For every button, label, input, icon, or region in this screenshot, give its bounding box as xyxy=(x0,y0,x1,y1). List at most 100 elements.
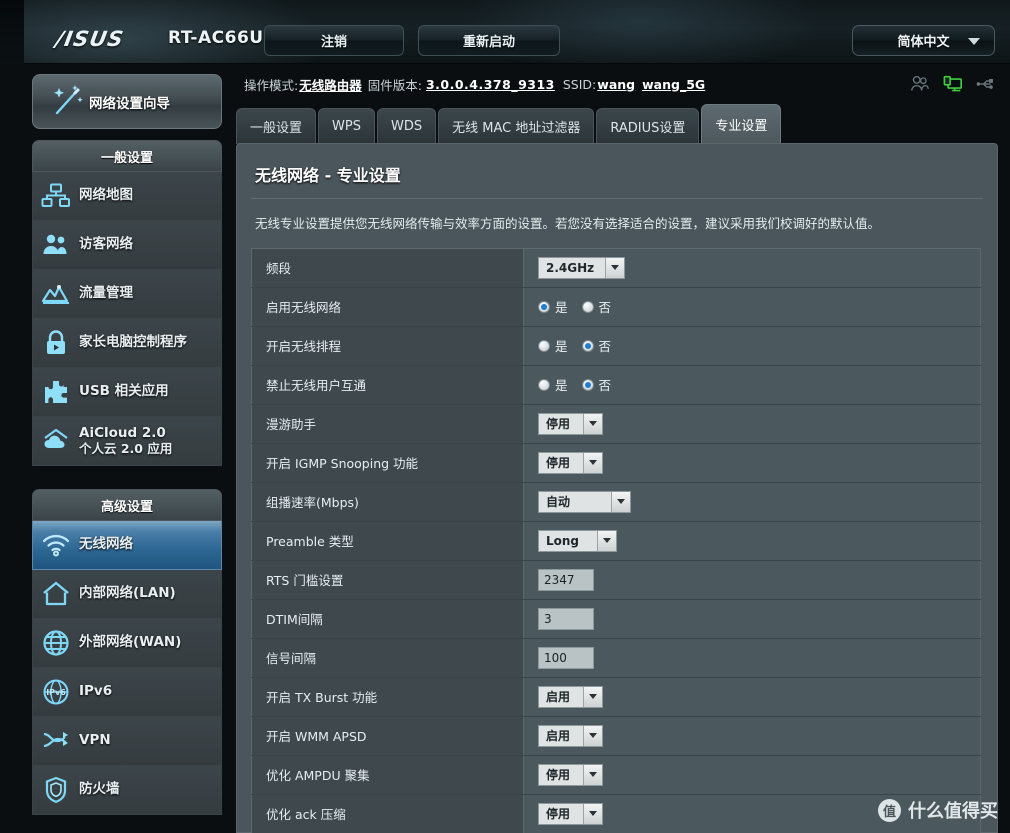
setting-value-cell: 停用 xyxy=(523,403,981,444)
ssid-2g-value[interactable]: wang xyxy=(597,77,635,92)
sidebar-item-label: 访客网络 xyxy=(79,236,133,253)
dropdown-value: 停用 xyxy=(546,417,571,432)
chevron-down-icon[interactable] xyxy=(597,530,616,551)
operation-mode-label: 操作模式: xyxy=(244,77,299,93)
aicloud-subtitle: 个人云 2.0 应用 xyxy=(79,440,173,456)
settings-row: 开启 WMM APSD 启用 xyxy=(251,715,981,756)
settings-row: 开启 IGMP Snooping 功能 停用 xyxy=(251,442,981,483)
setting-dropdown[interactable]: 停用 xyxy=(538,763,603,786)
radio-button-icon[interactable] xyxy=(538,339,550,352)
setting-dropdown[interactable]: 2.4GHz xyxy=(538,256,625,279)
aicloud-icon xyxy=(33,423,79,459)
tab-mac-filter[interactable]: 无线 MAC 地址过滤器 xyxy=(438,108,595,144)
sidebar-item-aicloud[interactable]: AiCloud 2.0 个人云 2.0 应用 xyxy=(32,417,222,466)
sidebar-item-traffic-manager[interactable]: 流量管理 xyxy=(32,270,222,319)
radio-option[interactable]: 是 xyxy=(538,336,568,355)
sidebar-item-parental-control[interactable]: 家长电脑控制程序 xyxy=(32,319,222,368)
clients-icon[interactable] xyxy=(910,75,930,93)
setting-text-input[interactable]: 100 xyxy=(538,646,594,669)
sidebar-group-advanced: 高级设置 xyxy=(32,489,222,521)
ssid-label: SSID: xyxy=(562,76,597,92)
sidebar-group-general: 一般设置 xyxy=(32,140,222,172)
firmware-version-value[interactable]: 3.0.0.4.378_9313 xyxy=(426,77,555,92)
setting-text-input[interactable]: 2347 xyxy=(538,568,594,591)
setting-dropdown[interactable]: 启用 xyxy=(538,685,603,708)
sidebar-item-wireless[interactable]: 无线网络 xyxy=(32,521,222,570)
chevron-down-icon[interactable] xyxy=(583,413,602,434)
logout-button[interactable]: 注销 xyxy=(264,25,404,56)
usb-icon[interactable] xyxy=(976,75,996,93)
setting-dropdown[interactable]: 停用 xyxy=(538,802,603,825)
dropdown-value: 自动 xyxy=(546,495,571,510)
tab-wps[interactable]: WPS xyxy=(318,108,375,144)
setting-dropdown[interactable]: 启用 xyxy=(538,724,603,747)
radio-label: 是 xyxy=(555,378,568,394)
setting-dropdown[interactable]: 自动 xyxy=(538,490,631,513)
sidebar-item-vpn[interactable]: VPN xyxy=(32,717,222,766)
sidebar-item-guest-network[interactable]: 访客网络 xyxy=(32,221,222,270)
radio-button-icon[interactable] xyxy=(538,300,550,313)
setting-text-input[interactable]: 3 xyxy=(538,607,594,630)
reboot-button[interactable]: 重新启动 xyxy=(418,25,560,56)
setting-dropdown[interactable]: 停用 xyxy=(538,412,603,435)
setting-label: 启用无线网络 xyxy=(251,286,524,327)
setting-radio-group: 是否 xyxy=(538,375,611,394)
sidebar-item-usb-application[interactable]: USB 相关应用 xyxy=(32,368,222,417)
setting-value-cell: 自动 xyxy=(523,481,981,522)
chevron-down-icon[interactable] xyxy=(583,803,602,824)
settings-table: 频段 2.4GHz 启用无线网络是否开启无线排程是否禁止无线用户互通是否漫游助手 停用… xyxy=(251,247,981,833)
settings-row: 组播速率(Mbps) 自动 xyxy=(251,481,981,522)
setting-value-cell: 2347 xyxy=(523,559,981,600)
sidebar-item-label: 外部网络(WAN) xyxy=(79,634,182,651)
tab-wds[interactable]: WDS xyxy=(376,108,437,144)
settings-panel: 无线网络 - 专业设置 无线专业设置提供您无线网络传输与效率方面的设置。若您没有… xyxy=(236,143,998,833)
sidebar-item-network-map[interactable]: 网络地图 xyxy=(32,172,222,221)
ipv6-icon: IPv6 xyxy=(33,674,79,710)
sidebar-item-label: 无线网络 xyxy=(79,536,133,553)
tab-general[interactable]: 一般设置 xyxy=(236,108,317,144)
radio-button-icon[interactable] xyxy=(581,378,594,391)
setting-radio-group: 是否 xyxy=(538,336,611,355)
chevron-down-icon[interactable] xyxy=(583,764,602,785)
sidebar-item-firewall[interactable]: 防火墙 xyxy=(32,766,222,815)
chevron-down-icon[interactable] xyxy=(583,686,602,707)
sidebar-item-label: IPv6 xyxy=(79,683,113,700)
radio-option[interactable]: 是 xyxy=(538,375,568,394)
chevron-down-icon[interactable] xyxy=(583,452,602,473)
radio-button-icon[interactable] xyxy=(581,339,594,352)
status-infobar: 操作模式: 无线路由器 固件版本: 3.0.0.4.378_9313 SSID:… xyxy=(236,64,1010,104)
watermark-badge-icon: 值 xyxy=(878,798,901,822)
network-monitor-icon[interactable] xyxy=(943,75,963,93)
tab-radius[interactable]: RADIUS设置 xyxy=(596,108,700,144)
tab-professional[interactable]: 专业设置 xyxy=(701,104,782,144)
tab-bar: 一般设置 WPS WDS 无线 MAC 地址过滤器 RADIUS设置 专业设置 xyxy=(236,104,782,144)
settings-row: 优化 AMPDU 聚集 停用 xyxy=(251,754,981,795)
chevron-down-icon[interactable] xyxy=(583,725,602,746)
radio-option[interactable]: 是 xyxy=(538,297,568,316)
setting-dropdown[interactable]: Long xyxy=(538,529,617,552)
setting-value-cell: 启用 xyxy=(523,715,981,756)
radio-option[interactable]: 否 xyxy=(581,336,611,355)
radio-option[interactable]: 否 xyxy=(581,375,611,394)
chevron-down-icon[interactable] xyxy=(611,491,630,512)
sidebar-item-ipv6[interactable]: IPv6 IPv6 xyxy=(32,668,222,717)
radio-button-icon[interactable] xyxy=(538,378,550,391)
wan-icon xyxy=(33,625,79,661)
operation-mode-value[interactable]: 无线路由器 xyxy=(299,75,362,94)
dropdown-value: 停用 xyxy=(546,807,571,822)
firmware-label: 固件版本: xyxy=(367,77,422,93)
radio-option[interactable]: 否 xyxy=(581,297,611,316)
setting-dropdown[interactable]: 停用 xyxy=(538,451,603,474)
language-selector[interactable]: 简体中文 xyxy=(852,25,995,56)
sidebar-item-wan[interactable]: 外部网络(WAN) xyxy=(32,619,222,668)
settings-row: 频段 2.4GHz xyxy=(251,247,981,288)
ssid-5g-value[interactable]: wang_5G xyxy=(642,77,705,92)
page-description: 无线专业设置提供您无线网络传输与效率方面的设置。若您没有选择适合的设置，建议采用… xyxy=(255,216,881,231)
chevron-down-icon[interactable] xyxy=(605,257,624,278)
network-setup-wizard-button[interactable]: 网络设置向导 xyxy=(32,74,222,129)
radio-button-icon[interactable] xyxy=(581,300,594,313)
sidebar-item-lan[interactable]: 内部网络(LAN) xyxy=(32,570,222,619)
settings-row: 开启 TX Burst 功能 启用 xyxy=(251,676,981,717)
sidebar-item-label: 网络地图 xyxy=(79,187,133,204)
usb-application-icon xyxy=(33,374,79,410)
